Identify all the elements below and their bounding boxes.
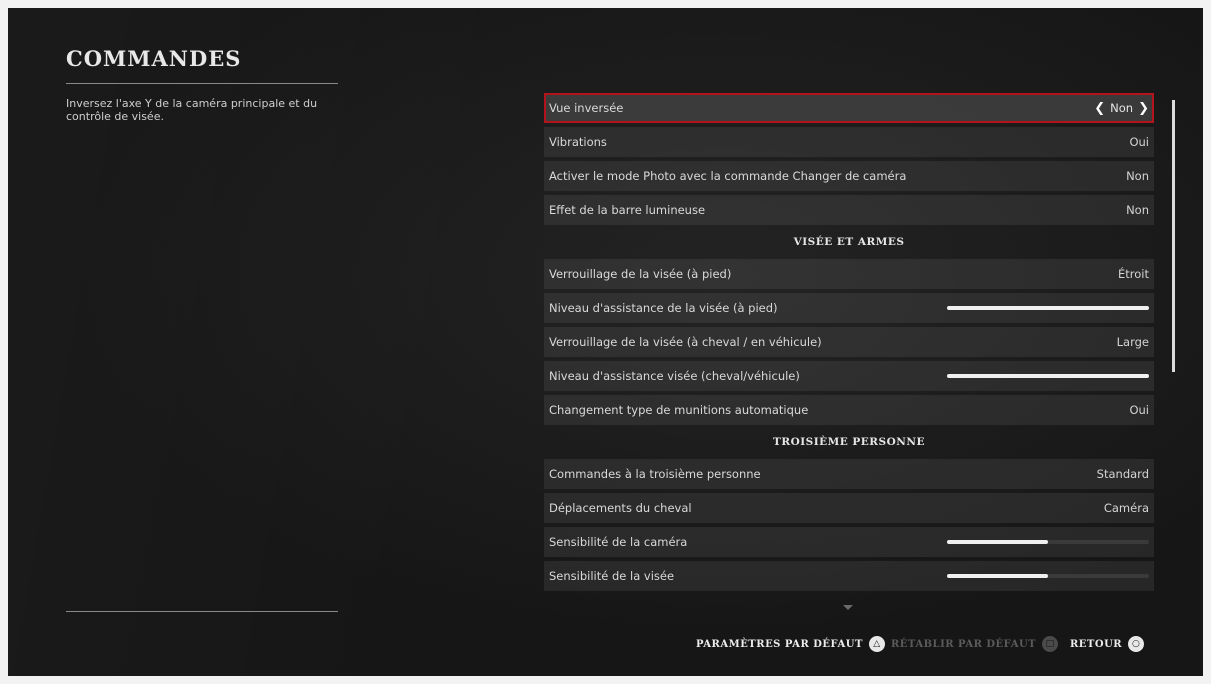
setting-row-aim-assist-horse[interactable]: Niveau d'assistance visée (cheval/véhicu… — [544, 361, 1154, 391]
setting-label: Niveau d'assistance de la visée (à pied) — [549, 301, 778, 315]
slider-fill — [947, 540, 1048, 544]
setting-row-aim-sensitivity[interactable]: Sensibilité de la visée — [544, 561, 1154, 591]
description-bottom-divider — [66, 611, 338, 612]
triangle-button-icon: △ — [868, 636, 885, 652]
setting-row-horse-movement[interactable]: Déplacements du cheval Caméra — [544, 493, 1154, 523]
slider-fill — [947, 374, 1149, 378]
restore-defaults-button[interactable]: RÉTABLIR PAR DÉFAUT □ — [891, 634, 1059, 654]
setting-row-aim-lock-foot[interactable]: Verrouillage de la visée (à pied) Étroit — [544, 259, 1154, 289]
list-scrollbar[interactable] — [1172, 100, 1175, 372]
setting-value: Oui — [1129, 135, 1149, 149]
slider-fill — [947, 306, 1149, 310]
setting-label: Déplacements du cheval — [549, 501, 692, 515]
setting-label: Sensibilité de la caméra — [549, 535, 688, 549]
aim-assist-foot-slider[interactable] — [947, 306, 1149, 310]
setting-row-photo-mode[interactable]: Activer le mode Photo avec la commande C… — [544, 161, 1154, 191]
slider-fill — [947, 574, 1048, 578]
section-header-third-person: TROISIÈME PERSONNE — [773, 436, 925, 448]
square-button-icon: □ — [1042, 636, 1059, 652]
setting-row-vue-inversee[interactable]: Vue inversée ❮ Non ❯ — [544, 93, 1154, 123]
setting-label: Vue inversée — [549, 101, 624, 115]
setting-label: Activer le mode Photo avec la commande C… — [549, 169, 907, 183]
setting-label: Changement type de munitions automatique — [549, 403, 809, 417]
setting-row-aim-lock-horse[interactable]: Verrouillage de la visée (à cheval / en … — [544, 327, 1154, 357]
setting-label: Sensibilité de la visée — [549, 569, 675, 583]
setting-label: Verrouillage de la visée (à cheval / en … — [549, 335, 822, 349]
setting-value: Standard — [1096, 467, 1149, 481]
setting-row-aim-assist-foot[interactable]: Niveau d'assistance de la visée (à pied) — [544, 293, 1154, 323]
setting-label: Commandes à la troisième personne — [549, 467, 761, 481]
aim-assist-horse-slider[interactable] — [947, 374, 1149, 378]
setting-row-auto-ammo[interactable]: Changement type de munitions automatique… — [544, 395, 1154, 425]
setting-description: Inversez l'axe Y de la caméra principale… — [66, 97, 318, 123]
back-button[interactable]: RETOUR ○ — [1070, 634, 1145, 654]
setting-value: Caméra — [1103, 501, 1149, 515]
setting-value: Oui — [1129, 403, 1149, 417]
camera-sensitivity-slider[interactable] — [947, 540, 1149, 544]
section-header-aim: VISÉE ET ARMES — [793, 236, 905, 248]
chevron-left-icon[interactable]: ❮ — [1094, 101, 1105, 116]
setting-row-third-person-controls[interactable]: Commandes à la troisième personne Standa… — [544, 459, 1154, 489]
setting-row-vibrations[interactable]: Vibrations Oui — [544, 127, 1154, 157]
setting-label: Verrouillage de la visée (à pied) — [549, 267, 732, 281]
settings-list: Vue inversée ❮ Non ❯ Vibrations Oui Acti… — [544, 93, 1154, 605]
restore-label: RÉTABLIR PAR DÉFAUT — [891, 638, 1037, 650]
setting-label: Niveau d'assistance visée (cheval/véhicu… — [549, 369, 800, 383]
setting-value: Non — [1126, 203, 1149, 217]
setting-row-camera-sensitivity[interactable]: Sensibilité de la caméra — [544, 527, 1154, 557]
setting-value: Étroit — [1118, 267, 1149, 281]
setting-value: Non — [1126, 169, 1149, 183]
page-title: COMMANDES — [66, 46, 242, 71]
scroll-down-indicator-icon — [843, 605, 853, 610]
setting-label: Effet de la barre lumineuse — [549, 203, 706, 217]
setting-value: Non — [1110, 101, 1134, 115]
aim-sensitivity-slider[interactable] — [947, 574, 1149, 578]
setting-row-light-bar[interactable]: Effet de la barre lumineuse Non — [544, 195, 1154, 225]
title-divider — [66, 83, 338, 84]
setting-label: Vibrations — [549, 135, 607, 149]
circle-button-icon: ○ — [1128, 636, 1145, 652]
defaults-label: PARAMÈTRES PAR DÉFAUT — [696, 638, 863, 650]
option-selector[interactable]: ❮ Non ❯ — [1094, 101, 1149, 116]
settings-screen: COMMANDES Inversez l'axe Y de la caméra … — [8, 8, 1203, 676]
chevron-right-icon[interactable]: ❯ — [1138, 101, 1149, 116]
back-label: RETOUR — [1070, 638, 1123, 650]
setting-value: Large — [1116, 335, 1149, 349]
defaults-button[interactable]: PARAMÈTRES PAR DÉFAUT △ — [696, 634, 885, 654]
